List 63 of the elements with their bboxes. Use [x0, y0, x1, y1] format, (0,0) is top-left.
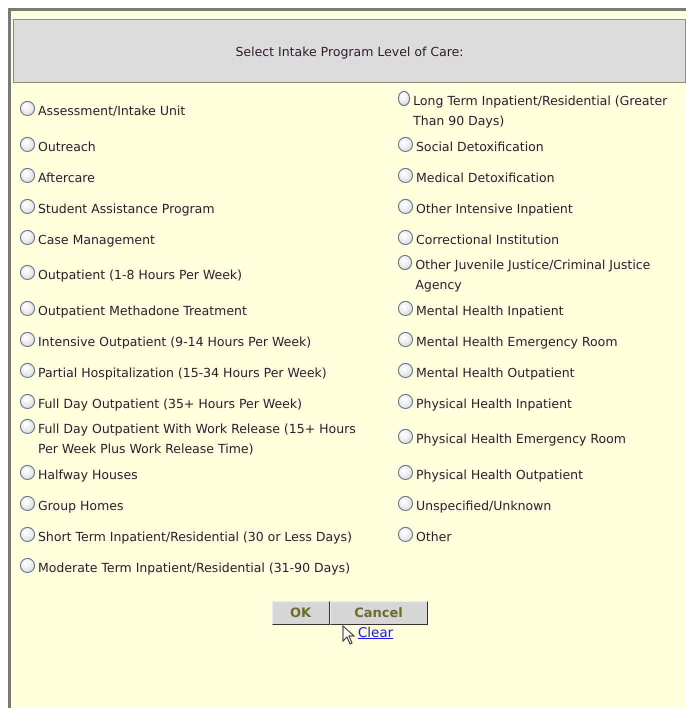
option-label: Outreach [38, 138, 96, 156]
radio-button[interactable] [20, 300, 35, 316]
radio-button[interactable] [398, 496, 413, 510]
cursor-icon [342, 625, 356, 645]
option-label: Assessment/Intake Unit [38, 102, 186, 120]
option-label: Outpatient Methadone Treatment [38, 302, 247, 320]
cancel-button[interactable]: Cancel [330, 601, 428, 625]
option-label: Other Juvenile Justice/Criminal Justice Agency [415, 256, 652, 294]
radio-button[interactable] [20, 496, 35, 510]
radio-button[interactable] [20, 265, 35, 280]
radio-button[interactable] [20, 558, 35, 572]
radio-button[interactable] [398, 198, 413, 214]
dialog-title: Select Intake Program Level of Care: [235, 44, 464, 58]
radio-button[interactable] [20, 419, 35, 434]
radio-button[interactable] [20, 101, 35, 116]
radio-button[interactable] [20, 332, 35, 346]
radio-button[interactable] [398, 464, 413, 480]
option-label: Outpatient (1-8 Hours Per Week) [38, 266, 242, 284]
radio-button[interactable] [398, 91, 410, 106]
option-label: Moderate Term Inpatient/Residential (31-90 Days) [38, 558, 350, 577]
option-label: Full Day Outpatient (35+ Hours Per Week) [38, 394, 302, 413]
radio-button[interactable] [20, 198, 35, 214]
option-label: Mental Health Inpatient [416, 302, 564, 320]
option-label: Mental Health Emergency Room [416, 332, 618, 351]
option-label: Group Homes [38, 496, 124, 515]
option-label: Full Day Outpatient With Work Release (15+ Hours Per Week Plus Work Release Time) [38, 420, 357, 458]
radio-button[interactable] [398, 230, 413, 244]
option-label: Mental Health Outpatient [416, 364, 575, 382]
option-label: Halfway Houses [38, 466, 138, 484]
radio-button[interactable] [398, 300, 413, 316]
option-label: Physical Health Outpatient [416, 466, 583, 484]
option-label: Social Detoxification [416, 138, 544, 156]
option-label: Other [416, 528, 452, 546]
clear-link[interactable]: Clear [358, 625, 394, 641]
radio-button[interactable] [20, 362, 35, 378]
radio-button[interactable] [398, 526, 413, 542]
radio-button[interactable] [398, 168, 413, 182]
option-label: Physical Health Emergency Room [416, 430, 626, 448]
ok-button[interactable]: OK [272, 601, 330, 625]
option-label: Medical Detoxification [416, 168, 555, 186]
radio-button[interactable] [20, 136, 35, 152]
option-label: Short Term Inpatient/Residential (30 or Less Days) [38, 528, 352, 546]
radio-button[interactable] [398, 332, 413, 346]
option-label: Student Assistance Program [38, 200, 215, 218]
radio-button[interactable] [20, 168, 35, 182]
option-label: Physical Health Inpatient [416, 394, 572, 413]
radio-button[interactable] [20, 464, 35, 480]
radio-button[interactable] [398, 362, 413, 378]
radio-button[interactable] [398, 394, 413, 408]
option-label: Case Management [38, 230, 155, 249]
radio-button[interactable] [398, 136, 413, 152]
option-label: Correctional Institution [416, 230, 560, 248]
option-label: Intensive Outpatient (9-14 Hours Per Week) [38, 332, 312, 351]
option-label: Partial Hospitalization (15-34 Hours Per Week) [38, 364, 327, 382]
radio-button[interactable] [20, 526, 35, 542]
option-label: Unspecified/Unknown [416, 496, 552, 515]
radio-button[interactable] [398, 429, 413, 444]
option-label: Other Intensive Inpatient [416, 200, 573, 218]
radio-button[interactable] [20, 230, 35, 244]
option-label: Aftercare [38, 168, 95, 186]
option-label: Long Term Inpatient/Residential (Greater Than 90 Days) [413, 92, 668, 130]
radio-button[interactable] [398, 255, 412, 270]
radio-button[interactable] [20, 394, 35, 408]
